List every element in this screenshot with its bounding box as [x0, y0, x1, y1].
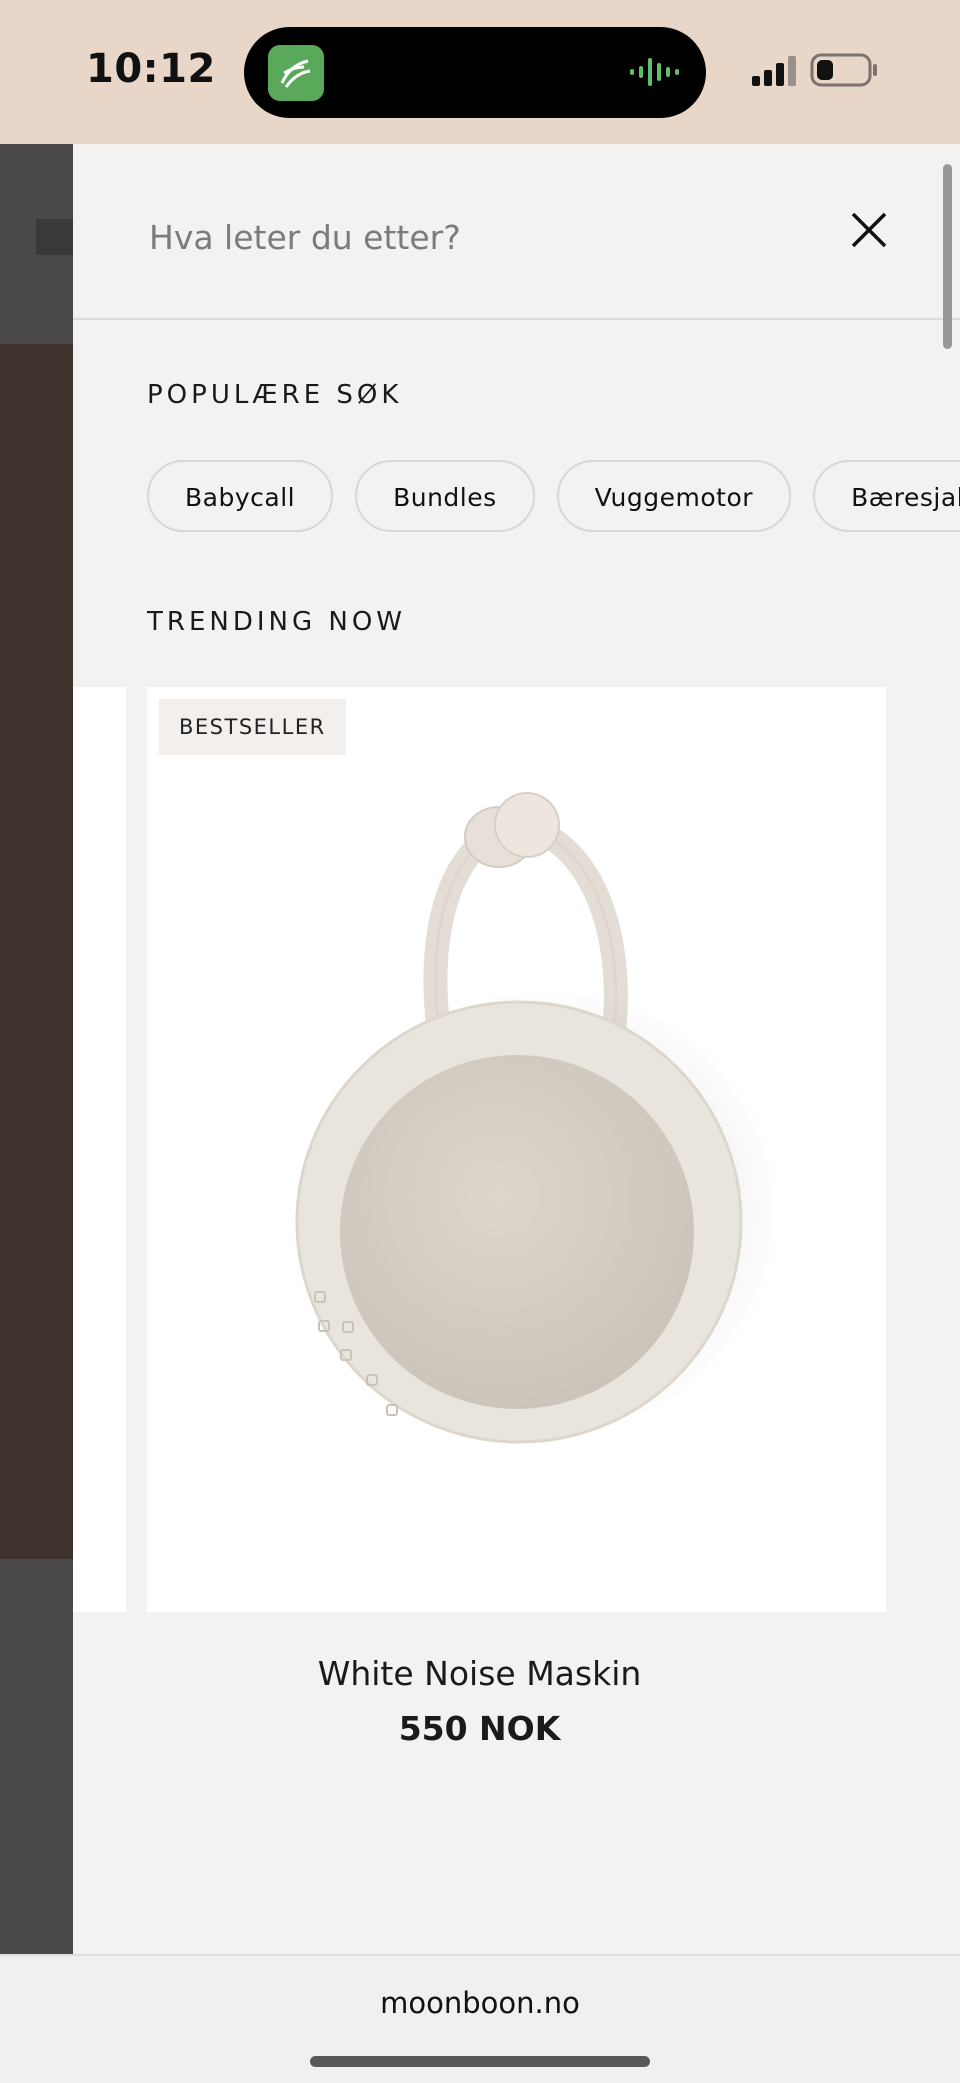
- search-input[interactable]: [147, 206, 851, 268]
- signal-icon: [752, 56, 798, 90]
- product-image: [295, 792, 782, 1444]
- battery-icon: [810, 52, 878, 92]
- popular-searches-title: POPULÆRE SØK: [147, 380, 403, 410]
- close-button[interactable]: [843, 204, 893, 254]
- scrollbar[interactable]: [943, 164, 952, 349]
- product-price: 550 NOK: [398, 1709, 561, 1748]
- product-card[interactable]: BESTSELLER: [147, 687, 886, 1612]
- chip-baeresjal[interactable]: Bæresjal: [813, 460, 960, 532]
- background-image: [0, 344, 73, 1559]
- close-icon: [851, 212, 887, 248]
- audio-wave-icon: [628, 55, 684, 93]
- app-icon: [268, 45, 324, 101]
- search-panel: POPULÆRE SØK Babycall Bundles Vuggemotor Bæ…: [73, 144, 960, 1954]
- browser-address-bar[interactable]: moonboon.no: [0, 1954, 960, 2083]
- dynamic-island: [244, 27, 706, 118]
- background-element: [36, 219, 73, 255]
- chip-vuggemotor[interactable]: Vuggemotor: [556, 460, 792, 532]
- search-header: [73, 144, 960, 320]
- status-time: 10:12: [86, 46, 216, 92]
- previous-product-card[interactable]: [73, 687, 126, 1612]
- background-page-overlay[interactable]: [0, 144, 73, 1954]
- chip-bundles[interactable]: Bundles: [355, 460, 535, 532]
- home-indicator[interactable]: [310, 2056, 650, 2067]
- trending-title: TRENDING NOW: [147, 607, 406, 637]
- bestseller-badge: BESTSELLER: [159, 699, 346, 755]
- product-name[interactable]: White Noise Maskin: [73, 1654, 886, 1693]
- status-bar: 10:12: [0, 0, 960, 144]
- popular-searches-list: Babycall Bundles Vuggemotor Bæresjal: [147, 460, 960, 536]
- url-text[interactable]: moonboon.no: [0, 1986, 960, 2020]
- chip-babycall[interactable]: Babycall: [147, 460, 334, 532]
